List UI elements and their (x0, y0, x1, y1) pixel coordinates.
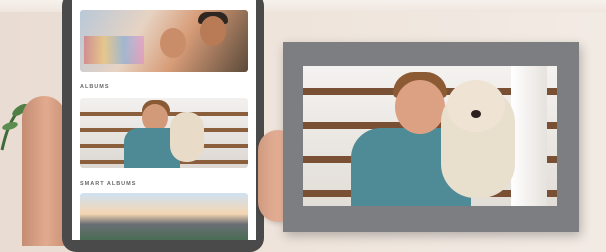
photo-thumbnail-mountains[interactable] (80, 193, 248, 240)
frame-displayed-photo (303, 66, 557, 206)
phone-screen: ALBUMS SMART ALBUMS (72, 0, 256, 240)
smart-albums-section-label: SMART ALBUMS (80, 181, 137, 187)
photo-thumbnail-child-dog[interactable] (80, 98, 248, 168)
digital-photo-frame (283, 42, 579, 232)
photo-thumbnail-family[interactable] (80, 10, 248, 72)
hand-image (22, 96, 66, 246)
albums-section-label: ALBUMS (80, 84, 110, 90)
